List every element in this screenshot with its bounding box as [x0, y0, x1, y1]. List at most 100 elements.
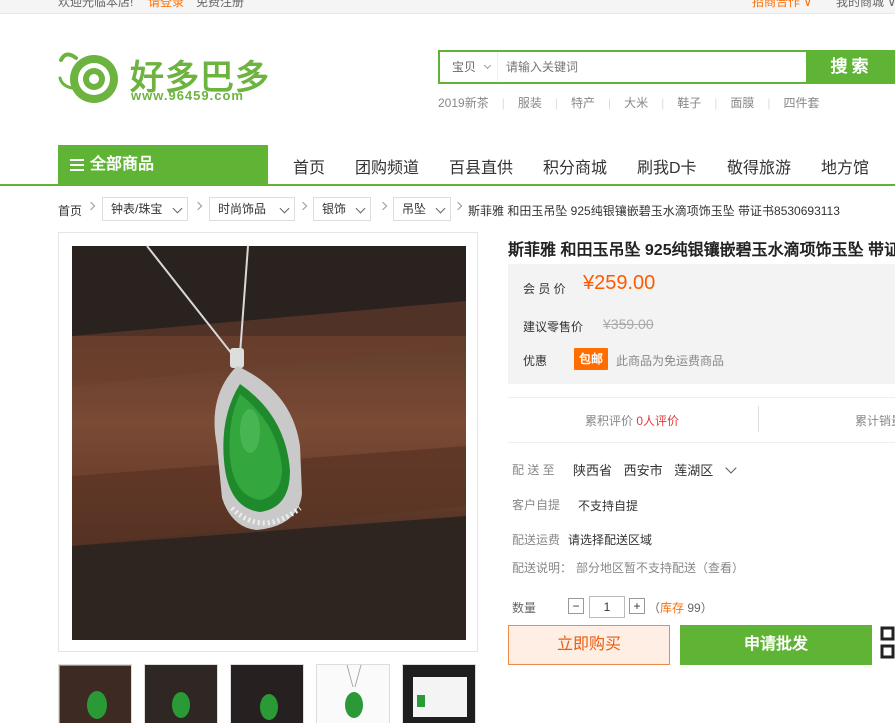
all-categories-button[interactable]: 全部商品: [58, 145, 268, 185]
chevron-down-icon: [484, 61, 492, 70]
retail-price: ¥359.00: [603, 316, 654, 332]
sales-label: 累计销量: [855, 414, 895, 428]
quantity-input[interactable]: [589, 596, 625, 618]
thumbnail[interactable]: [402, 664, 476, 723]
ship-to-label: 配 送 至: [512, 463, 555, 477]
search-category-select[interactable]: 宝贝: [440, 52, 498, 82]
divider: |: [767, 96, 771, 110]
shipping-note-label: 配送说明：: [512, 561, 573, 575]
breadcrumb-level-2[interactable]: 时尚饰品: [209, 197, 295, 221]
search-input[interactable]: [500, 52, 800, 82]
divider: [508, 397, 895, 398]
region-selector[interactable]: 陕西省 西安市 莲湖区: [573, 460, 737, 479]
pickup-label: 客户自提: [512, 498, 561, 512]
pendant-thumb-image: [260, 694, 278, 720]
retail-price-label: 建议零售价: [523, 320, 584, 334]
nav-divider: [0, 184, 895, 186]
promo-text: 此商品为免运费商品: [616, 354, 725, 368]
pendant-thumb-image: [345, 665, 363, 718]
breadcrumb-current: 斯菲雅 和田玉吊坠 925纯银镶嵌碧玉水滴项饰玉坠 带证书8530693113: [468, 204, 840, 218]
hot-word[interactable]: 2019新茶: [438, 94, 489, 111]
breadcrumb-level-4[interactable]: 吊坠: [393, 197, 451, 221]
nav-item-points-mall[interactable]: 积分商城: [543, 154, 607, 178]
nav-item-county-supply[interactable]: 百县直供: [449, 154, 513, 178]
freight-value: 请选择配送区域: [568, 533, 653, 547]
hot-word[interactable]: 四件套: [784, 94, 820, 111]
certificate-thumb-image: [413, 677, 467, 717]
nav-item-travel[interactable]: 敬得旅游: [727, 154, 791, 178]
chevron-right-icon: [86, 201, 96, 211]
chevron-right-icon: [298, 201, 308, 211]
product-image[interactable]: [72, 246, 466, 640]
hot-word[interactable]: 面膜: [730, 94, 754, 111]
thumbnail[interactable]: [230, 664, 304, 723]
breadcrumb-label: 钟表/珠宝: [111, 202, 163, 216]
nav-item-local-pavilion[interactable]: 地方馆: [821, 154, 869, 178]
login-link[interactable]: 请登录: [148, 0, 184, 10]
divider: |: [661, 96, 665, 110]
member-price: ¥259.00: [583, 272, 656, 294]
breadcrumb-label: 吊坠: [402, 202, 427, 216]
divider: |: [607, 96, 612, 110]
quantity-increase-button[interactable]: +: [629, 598, 645, 614]
all-categories-label: 全部商品: [90, 156, 155, 173]
breadcrumb-level-3[interactable]: 银饰: [313, 197, 371, 221]
chevron-down-icon: [172, 203, 183, 214]
thumbnail[interactable]: [144, 664, 218, 723]
shipping-note-link[interactable]: 部分地区暂不支持配送（查看）: [576, 559, 744, 576]
breadcrumb-label: 银饰: [322, 202, 347, 216]
reviews-count-link[interactable]: 0人评价: [636, 414, 679, 428]
quantity-label: 数量: [512, 601, 537, 615]
breadcrumb-home[interactable]: 首页: [58, 202, 82, 219]
chevron-right-icon: [378, 201, 388, 211]
breadcrumb-label: 时尚饰品: [218, 202, 267, 216]
freight-label: 配送运费: [512, 533, 561, 547]
stock-label: 库存: [660, 601, 685, 615]
logo-icon[interactable]: [58, 48, 128, 106]
hot-word[interactable]: 特产: [571, 94, 595, 111]
pendant-image: [72, 246, 466, 640]
thumbnail[interactable]: [58, 664, 132, 723]
chevron-down-icon: [725, 462, 737, 474]
menu-icon: [70, 156, 84, 174]
nav-item-groupbuy[interactable]: 团购频道: [355, 154, 419, 178]
welcome-text: 欢迎光临本店!: [58, 0, 134, 9]
hot-word[interactable]: 服装: [518, 94, 542, 111]
nav-item-d-card[interactable]: 刷我D卡: [637, 154, 697, 178]
search-bar: 宝贝: [438, 50, 808, 84]
product-image-frame: [58, 232, 478, 652]
my-mall-menu[interactable]: 我的商城 ∨: [836, 0, 895, 10]
pickup-value: 不支持自提: [578, 499, 639, 513]
hot-word[interactable]: 大米: [624, 94, 648, 111]
merchant-menu[interactable]: 招商合作 ∨: [752, 0, 812, 10]
search-button[interactable]: 搜索: [808, 50, 895, 84]
chevron-down-icon: [355, 203, 366, 214]
reviews-label-text: 累积评价: [585, 414, 634, 428]
promo-label: 优惠: [523, 354, 548, 368]
free-shipping-badge: 包邮: [574, 348, 608, 370]
reviews-label: 累积评价 0人评价: [585, 412, 679, 429]
quantity-decrease-button[interactable]: −: [568, 598, 584, 614]
logo-url: www.96459.com: [131, 88, 244, 103]
top-bar: 欢迎光临本店! 请登录 免费注册 招商合作 ∨ 我的商城 ∨: [0, 0, 895, 14]
pendant-thumb-image: [59, 665, 131, 723]
hot-words: 2019新茶 | 服装 | 特产 | 大米 | 鞋子 | 面膜 | 四件套: [438, 94, 820, 111]
breadcrumb-level-1[interactable]: 钟表/珠宝: [102, 197, 188, 221]
member-price-label: 会 员 价: [523, 282, 566, 296]
nav-item-home[interactable]: 首页: [293, 154, 325, 178]
buy-now-button[interactable]: 立即购买: [508, 625, 670, 665]
stock-paren: ）: [700, 601, 713, 615]
divider: |: [501, 96, 505, 110]
chevron-right-icon: [453, 201, 463, 211]
divider: |: [554, 96, 558, 110]
register-link[interactable]: 免费注册: [196, 0, 244, 10]
qr-code-icon[interactable]: [880, 626, 895, 662]
pendant-thumb-image: [172, 692, 190, 718]
district: 莲湖区: [674, 463, 714, 478]
hot-word[interactable]: 鞋子: [677, 94, 701, 111]
chevron-down-icon: [435, 203, 446, 214]
apply-wholesale-button[interactable]: 申请批发: [680, 625, 872, 665]
stock-value: 99: [687, 601, 701, 615]
thumbnail[interactable]: [316, 664, 390, 723]
stock-info: （库存 99）: [648, 599, 713, 616]
